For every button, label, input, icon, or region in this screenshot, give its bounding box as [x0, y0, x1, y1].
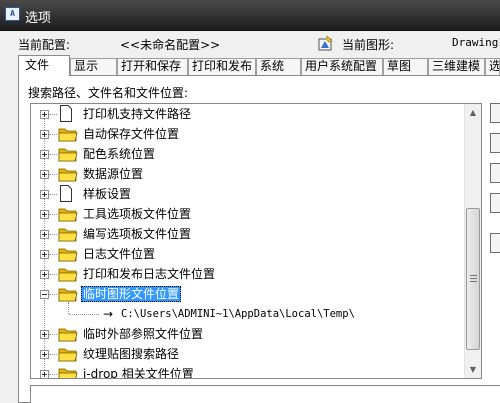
options-tab-strip: 文件 显示 打开和保存 打印和发布 系统 用户系统配置 草图 三维建模 选 — [18, 55, 500, 76]
temp-path-value: C:\Users\ADMINI~1\AppData\Local\Temp\ — [121, 308, 355, 320]
tree-vertical-scrollbar[interactable]: ▲ ▼ — [464, 104, 481, 378]
profile-info-row: 当前配置: <<未命名配置>> 当前图形: Drawing1 — [0, 32, 500, 54]
tab-user-preferences[interactable]: 用户系统配置 — [301, 58, 383, 75]
tree-item-label: 工具选项板文件位置 — [83, 207, 192, 221]
tab-display[interactable]: 显示 — [70, 58, 117, 75]
tree-item-label: 编写选项板文件位置 — [83, 227, 192, 241]
expand-toggle[interactable] — [40, 150, 49, 159]
expand-toggle[interactable] — [40, 190, 49, 199]
folder-icon — [58, 148, 78, 162]
expand-toggle[interactable] — [40, 110, 49, 119]
tab-selection[interactable]: 选 — [485, 58, 500, 75]
window-title: 选项 — [25, 11, 52, 26]
tree-item-texture-maps[interactable]: 纹理贴图搜索路径 — [31, 344, 467, 364]
search-paths-label: 搜索路径、文件名和文件位置: — [28, 86, 189, 100]
tree-item-label: i-drop 相关文件位置 — [83, 367, 194, 379]
current-profile-value: <<未命名配置>> — [120, 38, 221, 52]
document-icon — [60, 105, 72, 122]
folder-icon — [58, 288, 78, 302]
tab-open-save[interactable]: 打开和保存 — [117, 58, 188, 75]
tree-item-color-book[interactable]: 配色系统位置 — [31, 144, 467, 164]
tree-item-temp-xref[interactable]: 临时外部参照文件位置 — [31, 324, 467, 344]
expand-toggle[interactable] — [40, 350, 49, 359]
tree-item-label: 数据源位置 — [83, 167, 144, 181]
scroll-down-arrow-icon[interactable]: ▼ — [465, 361, 481, 378]
tree-item-label: 配色系统位置 — [83, 147, 156, 161]
scrollbar-thumb[interactable] — [466, 208, 480, 350]
move-down-button[interactable] — [490, 193, 500, 213]
browse-button[interactable] — [490, 103, 500, 123]
tree-item-label: 打印机支持文件路径 — [83, 107, 192, 121]
current-drawing-value: Drawing1 — [452, 36, 500, 49]
folder-icon — [58, 168, 78, 182]
folder-icon — [58, 128, 78, 142]
tab-plot-publish[interactable]: 打印和发布 — [188, 58, 256, 75]
folder-icon — [58, 328, 78, 342]
expand-toggle[interactable] — [40, 230, 49, 239]
drawing-icon — [318, 35, 333, 51]
expand-toggle[interactable] — [40, 210, 49, 219]
tree-item-log-files[interactable]: 日志文件位置 — [31, 244, 467, 264]
tree-item-data-sources[interactable]: 数据源位置 — [31, 164, 467, 184]
path-arrow-icon: → — [103, 307, 114, 321]
tree-item-temp-drawing[interactable]: 临时图形文件位置 — [31, 284, 467, 304]
folder-icon — [58, 348, 78, 362]
scroll-up-arrow-icon[interactable]: ▲ — [465, 104, 481, 121]
file-locations-tree[interactable]: 打印机支持文件路径 自动保存文件位置 配色系统位置 数据源位置 样板设置 工具选… — [30, 103, 482, 379]
app-icon: A — [5, 7, 20, 21]
tree-item-autosave[interactable]: 自动保存文件位置 — [31, 124, 467, 144]
tree-item-label: 打印和发布日志文件位置 — [83, 267, 216, 281]
expand-toggle[interactable] — [40, 170, 49, 179]
folder-icon — [58, 228, 78, 242]
tree-item-authoring-palettes[interactable]: 编写选项板文件位置 — [31, 224, 467, 244]
tree-item-plot-publish-log[interactable]: 打印和发布日志文件位置 — [31, 264, 467, 284]
remove-button[interactable] — [490, 133, 500, 153]
set-current-button[interactable] — [490, 233, 500, 253]
title-bar[interactable]: A 选项 — [0, 0, 500, 31]
move-up-button[interactable] — [490, 163, 500, 183]
collapse-toggle[interactable] — [40, 290, 49, 299]
tree-item-template-settings[interactable]: 样板设置 — [31, 184, 467, 204]
folder-icon — [58, 368, 78, 378]
tab-system[interactable]: 系统 — [256, 58, 301, 75]
tree-item-label: 临时图形文件位置 — [81, 286, 182, 302]
tree-item-label: 日志文件位置 — [83, 247, 156, 261]
document-icon — [60, 185, 72, 202]
expand-toggle[interactable] — [40, 250, 49, 259]
tree-item-printer-support[interactable]: 打印机支持文件路径 — [31, 104, 467, 124]
tree-item-label: 样板设置 — [83, 187, 132, 201]
expand-toggle[interactable] — [40, 370, 49, 378]
expand-toggle[interactable] — [40, 330, 49, 339]
tree-item-tool-palettes[interactable]: 工具选项板文件位置 — [31, 204, 467, 224]
tree-item-label: 自动保存文件位置 — [83, 127, 180, 141]
tree-subitem-temp-path[interactable]: → C:\Users\ADMINI~1\AppData\Local\Temp\ — [31, 302, 467, 324]
expand-toggle[interactable] — [40, 130, 49, 139]
tree-item-label: 纹理贴图搜索路径 — [83, 347, 180, 361]
tab-files[interactable]: 文件 — [18, 55, 70, 76]
expand-toggle[interactable] — [40, 270, 49, 279]
tab-3d-modeling[interactable]: 三维建模 — [428, 58, 485, 75]
tab-drafting[interactable]: 草图 — [383, 58, 428, 75]
tree-item-idrop[interactable]: i-drop 相关文件位置 — [31, 364, 467, 379]
folder-icon — [58, 248, 78, 262]
folder-icon — [58, 268, 78, 282]
folder-icon — [58, 208, 78, 222]
current-drawing-label: 当前图形: — [342, 38, 395, 52]
description-box — [30, 385, 500, 403]
current-profile-label: 当前配置: — [18, 38, 71, 52]
tree-item-label: 临时外部参照文件位置 — [83, 327, 204, 341]
